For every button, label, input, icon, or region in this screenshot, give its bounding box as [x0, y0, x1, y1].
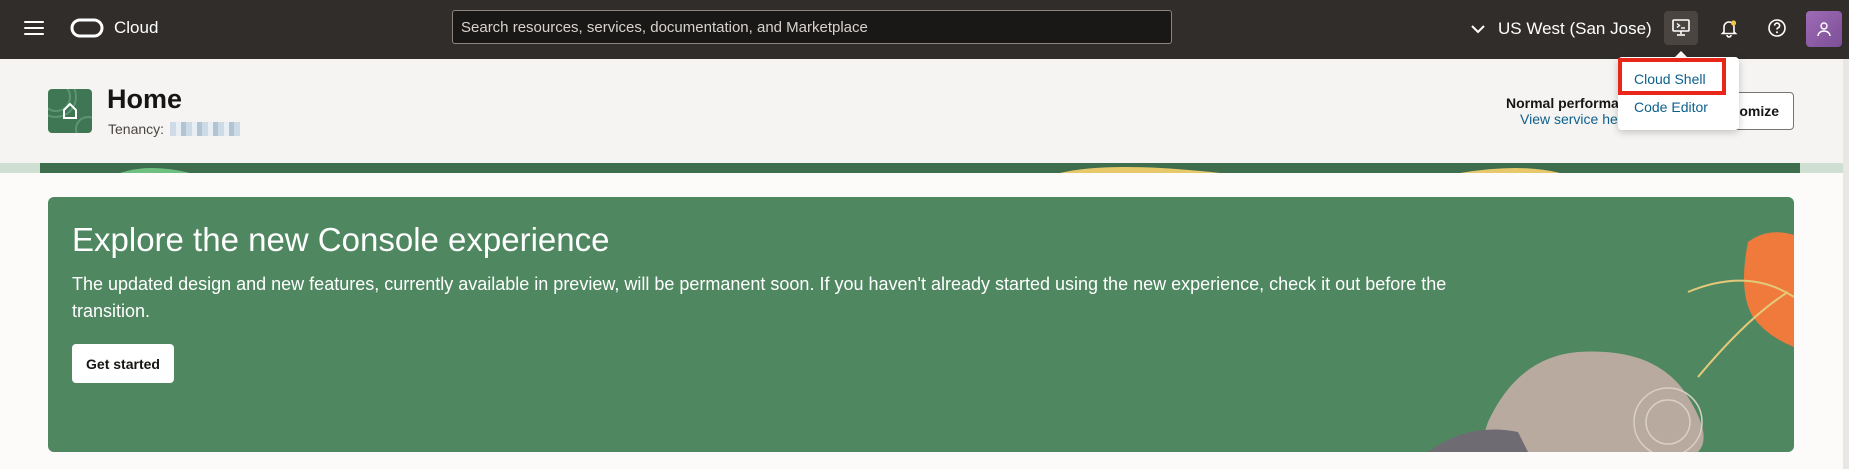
region-label: US West (San Jose)	[1498, 19, 1652, 38]
tenancy-label: Tenancy:	[108, 121, 165, 137]
help-icon[interactable]	[1760, 11, 1794, 45]
service-status: Normal performan	[1506, 95, 1628, 111]
page-title: Home	[107, 84, 183, 114]
banner-title: Explore the new Console experience	[72, 221, 610, 258]
menu-item-code-editor[interactable]: Code Editor	[1634, 99, 1708, 115]
highlight-box	[1618, 58, 1726, 95]
brand-name[interactable]: Cloud	[114, 18, 158, 38]
tenancy-info: Tenancy:	[108, 121, 241, 137]
home-icon	[48, 89, 92, 133]
get-started-button[interactable]: Get started	[72, 344, 174, 383]
region-selector[interactable]: US West (San Jose)	[1470, 17, 1652, 41]
chevron-down-icon	[1471, 25, 1485, 34]
top-navigation-bar: Cloud US West (San Jose)	[0, 0, 1849, 59]
view-service-health-link[interactable]: View service hea	[1520, 111, 1626, 127]
banner-description: The updated design and new features, cur…	[72, 274, 1447, 321]
oracle-logo[interactable]	[70, 17, 104, 39]
decorative-strip	[0, 163, 1849, 173]
search-input[interactable]	[452, 10, 1172, 44]
page-scrollbar[interactable]	[1843, 59, 1849, 469]
user-icon[interactable]	[1806, 11, 1842, 47]
cloud-shell-icon[interactable]	[1664, 11, 1698, 45]
hamburger-icon[interactable]	[22, 17, 46, 41]
bell-icon[interactable]	[1712, 11, 1746, 45]
tenancy-name-redacted	[170, 122, 241, 136]
